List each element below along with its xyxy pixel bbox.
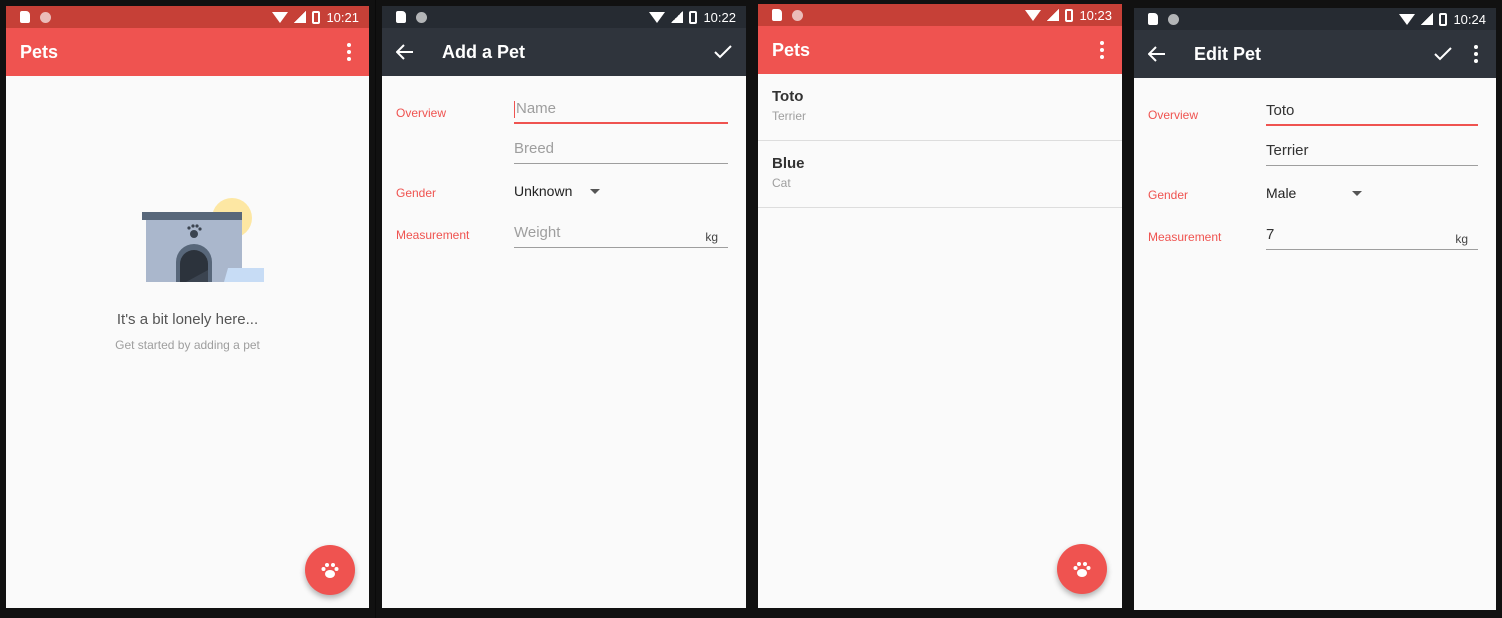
screen-pets-empty: 10:21 Pets It's a bit lonely here... Get… (6, 6, 369, 608)
gender-select[interactable]: Male (1266, 185, 1362, 201)
status-time: 10:21 (326, 9, 359, 25)
battery-icon (689, 10, 698, 24)
overview-label: Overview (1148, 108, 1199, 122)
app-bar-title: Edit Pet (1194, 43, 1262, 64)
notification-dot-icon (416, 11, 427, 23)
battery-icon (1065, 8, 1074, 22)
weight-field[interactable]: 7 kg (1266, 224, 1478, 250)
add-pet-fab[interactable] (305, 545, 355, 595)
phone-screen-4: 10:24 Edit Pet Overview Toto Terrier Gen… (1128, 0, 1502, 618)
dropdown-arrow-icon (1352, 190, 1362, 196)
sd-card-icon (20, 11, 30, 23)
screen-edit-pet: 10:24 Edit Pet Overview Toto Terrier Gen… (1134, 8, 1496, 610)
empty-state: It's a bit lonely here... Get started by… (6, 196, 369, 352)
more-vert-icon[interactable] (343, 43, 355, 61)
signal-icon (294, 11, 307, 23)
app-bar: Pets (758, 26, 1122, 74)
gender-label: Gender (396, 186, 437, 200)
list-item[interactable]: Toto Terrier (758, 74, 1122, 141)
arrow-back-icon[interactable] (1148, 46, 1166, 62)
pet-breed: Cat (772, 176, 791, 190)
app-bar-title: Pets (772, 39, 811, 60)
status-time: 10:23 (1079, 7, 1112, 23)
app-bar: Add a Pet (382, 28, 746, 76)
list-item[interactable]: Blue Cat (758, 141, 1122, 208)
notification-dot-icon (792, 9, 803, 21)
phone-screen-1: 10:21 Pets It's a bit lonely here... Get… (0, 0, 375, 618)
signal-icon (1047, 9, 1060, 21)
weight-unit: kg (705, 230, 718, 244)
status-bar: 10:23 (758, 4, 1122, 26)
gender-value: Unknown (514, 183, 573, 199)
breed-value: Terrier (1266, 142, 1309, 159)
battery-icon (1439, 12, 1448, 26)
wifi-icon (649, 11, 666, 23)
sd-card-icon (396, 11, 406, 23)
status-time: 10:22 (703, 9, 736, 25)
measurement-label: Measurement (396, 228, 470, 242)
paw-icon (1073, 562, 1091, 577)
check-icon[interactable] (714, 45, 732, 59)
wifi-icon (1025, 9, 1042, 21)
breed-field[interactable]: Breed (514, 138, 728, 164)
pet-breed: Terrier (772, 109, 807, 123)
status-bar: 10:22 (382, 6, 746, 28)
sd-card-icon (772, 9, 782, 21)
gender-select[interactable]: Unknown (514, 183, 601, 199)
pet-name: Toto (772, 88, 804, 105)
paw-icon (321, 563, 339, 578)
screen-add-pet: 10:22 Add a Pet Overview Name Breed Gend… (382, 6, 746, 608)
breed-placeholder: Breed (514, 140, 555, 157)
weight-unit: kg (1455, 232, 1468, 246)
name-placeholder: Name (516, 100, 557, 117)
empty-title: It's a bit lonely here... (116, 311, 259, 328)
pet-name: Blue (772, 155, 805, 172)
status-bar: 10:21 (6, 6, 369, 28)
name-value: Toto (1266, 102, 1295, 119)
notification-dot-icon (40, 11, 51, 23)
dropdown-arrow-icon (590, 188, 601, 194)
arrow-back-icon[interactable] (396, 44, 414, 60)
app-bar: Edit Pet (1134, 30, 1496, 78)
more-vert-icon[interactable] (1470, 45, 1482, 63)
name-field[interactable]: Name (514, 98, 728, 124)
status-time: 10:24 (1453, 11, 1486, 27)
more-vert-icon[interactable] (1096, 41, 1108, 59)
app-bar-title: Add a Pet (442, 41, 526, 62)
notification-dot-icon (1168, 13, 1179, 25)
status-bar: 10:24 (1134, 8, 1496, 30)
signal-icon (671, 11, 684, 23)
name-field[interactable]: Toto (1266, 100, 1478, 126)
wifi-icon (1399, 13, 1416, 25)
wifi-icon (272, 11, 289, 23)
weight-field[interactable]: Weight kg (514, 222, 728, 248)
gender-label: Gender (1148, 188, 1189, 202)
overview-label: Overview (396, 106, 447, 120)
sd-card-icon (1148, 13, 1158, 25)
add-pet-fab[interactable] (1057, 544, 1107, 594)
measurement-label: Measurement (1148, 230, 1222, 244)
phone-screen-2: 10:22 Add a Pet Overview Name Breed Gend… (376, 0, 752, 618)
empty-subtitle: Get started by adding a pet (115, 338, 260, 352)
gender-value: Male (1266, 185, 1297, 201)
dog-house-illustration (141, 198, 264, 282)
signal-icon (1421, 13, 1434, 25)
phone-screen-3: 10:23 Pets Toto Terrier Blue Cat (752, 0, 1128, 618)
weight-placeholder: Weight (514, 224, 561, 241)
app-bar-title: Pets (20, 41, 59, 62)
check-icon[interactable] (1434, 47, 1452, 61)
breed-field[interactable]: Terrier (1266, 140, 1478, 166)
weight-value: 7 (1266, 226, 1275, 243)
screen-pets-list: 10:23 Pets Toto Terrier Blue Cat (758, 4, 1122, 608)
app-bar: Pets (6, 28, 369, 76)
battery-icon (312, 10, 321, 24)
pet-list: Toto Terrier Blue Cat (758, 74, 1122, 208)
